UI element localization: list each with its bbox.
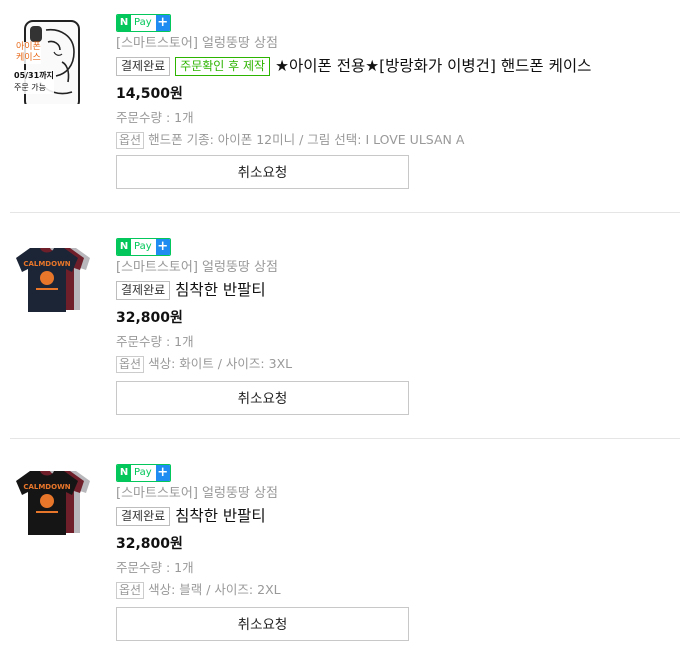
product-thumbnail[interactable]: CALMDOWN (10, 459, 100, 549)
npay-n-icon: N (117, 465, 131, 481)
product-price: 32,800원 (116, 310, 183, 326)
svg-text:CALMDOWN: CALMDOWN (23, 483, 70, 491)
npay-plus-icon: + (155, 15, 170, 31)
product-name[interactable]: ★아이폰 전용★[방랑화가 이병건] 핸드폰 케이스 (275, 56, 591, 76)
store-name[interactable]: [스마트스토어] 얼렁뚱땅 상점 (116, 35, 660, 53)
product-title-row: 결제완료 침착한 반팔티 (116, 280, 660, 300)
product-title-row: 결제완료 침착한 반팔티 (116, 506, 660, 526)
order-info: N Pay + [스마트스토어] 얼렁뚱땅 상점 결제완료 주문확인 후 제작 … (116, 10, 660, 149)
option-label: 옵션 (116, 582, 145, 599)
status-badge: 결제완료 (116, 56, 171, 76)
option-text: 색상: 화이트 / 사이즈: 3XL (148, 356, 293, 371)
product-name[interactable]: 침착한 반팔티 (175, 506, 266, 526)
product-thumbnail[interactable]: CALMDOWN (10, 236, 100, 326)
status-badge: 결제완료 (116, 280, 171, 300)
npay-badge: N Pay + (116, 238, 171, 256)
divider (10, 212, 680, 213)
npay-plus-icon: + (155, 465, 170, 481)
npay-n-icon: N (117, 239, 131, 255)
status-badge: 결제완료 (116, 506, 171, 526)
cancel-request-button[interactable]: 취소요청 (116, 381, 409, 415)
npay-pay-label: Pay (134, 241, 152, 252)
svg-text:CALMDOWN: CALMDOWN (23, 260, 70, 268)
store-name[interactable]: [스마트스토어] 얼렁뚱땅 상점 (116, 485, 660, 503)
option-text: 색상: 블랙 / 사이즈: 2XL (148, 582, 281, 597)
product-title-row: 결제완료 주문확인 후 제작 ★아이폰 전용★[방랑화가 이병건] 핸드폰 케이… (116, 56, 660, 76)
order-quantity: 주문수량 : 1개 (116, 334, 194, 349)
thumb-order-deadline: 05/31까지 주문 가능 (14, 70, 54, 94)
npay-n-icon: N (117, 15, 131, 31)
order-info: N Pay + [스마트스토어] 얼렁뚱땅 상점 결제완료 침착한 반팔티 32… (116, 460, 660, 599)
option-row: 옵션 색상: 블랙 / 사이즈: 2XL (116, 582, 660, 599)
order-info: N Pay + [스마트스토어] 얼렁뚱땅 상점 결제완료 침착한 반팔티 32… (116, 234, 660, 373)
option-text: 핸드폰 기종: 아이폰 12미니 / 그림 선택: I LOVE ULSAN A (148, 132, 465, 147)
product-price: 32,800원 (116, 536, 183, 552)
product-thumbnail[interactable]: 아이폰 케이스 05/31까지 주문 가능 (10, 14, 100, 104)
product-name[interactable]: 침착한 반팔티 (175, 280, 266, 300)
option-row: 옵션 핸드폰 기종: 아이폰 12미니 / 그림 선택: I LOVE ULSAN… (116, 132, 660, 149)
order-quantity: 주문수량 : 1개 (116, 560, 194, 575)
tshirt-image: CALMDOWN (16, 248, 90, 312)
option-label: 옵션 (116, 132, 145, 149)
cancel-request-button[interactable]: 취소요청 (116, 607, 409, 641)
product-price: 14,500원 (116, 86, 183, 102)
tshirt-image: CALMDOWN (16, 471, 90, 535)
store-name[interactable]: [스마트스토어] 얼렁뚱땅 상점 (116, 259, 660, 277)
thumb-case-label: 아이폰 케이스 (16, 42, 41, 64)
npay-badge: N Pay + (116, 14, 171, 32)
option-label: 옵션 (116, 356, 145, 373)
npay-badge: N Pay + (116, 464, 171, 482)
option-row: 옵션 색상: 화이트 / 사이즈: 3XL (116, 356, 660, 373)
npay-pay-label: Pay (134, 467, 152, 478)
cancel-request-button[interactable]: 취소요청 (116, 155, 409, 189)
order-quantity: 주문수량 : 1개 (116, 110, 194, 125)
made-to-order-badge: 주문확인 후 제작 (175, 56, 271, 76)
npay-pay-label: Pay (134, 17, 152, 28)
divider (10, 438, 680, 439)
npay-plus-icon: + (155, 239, 170, 255)
